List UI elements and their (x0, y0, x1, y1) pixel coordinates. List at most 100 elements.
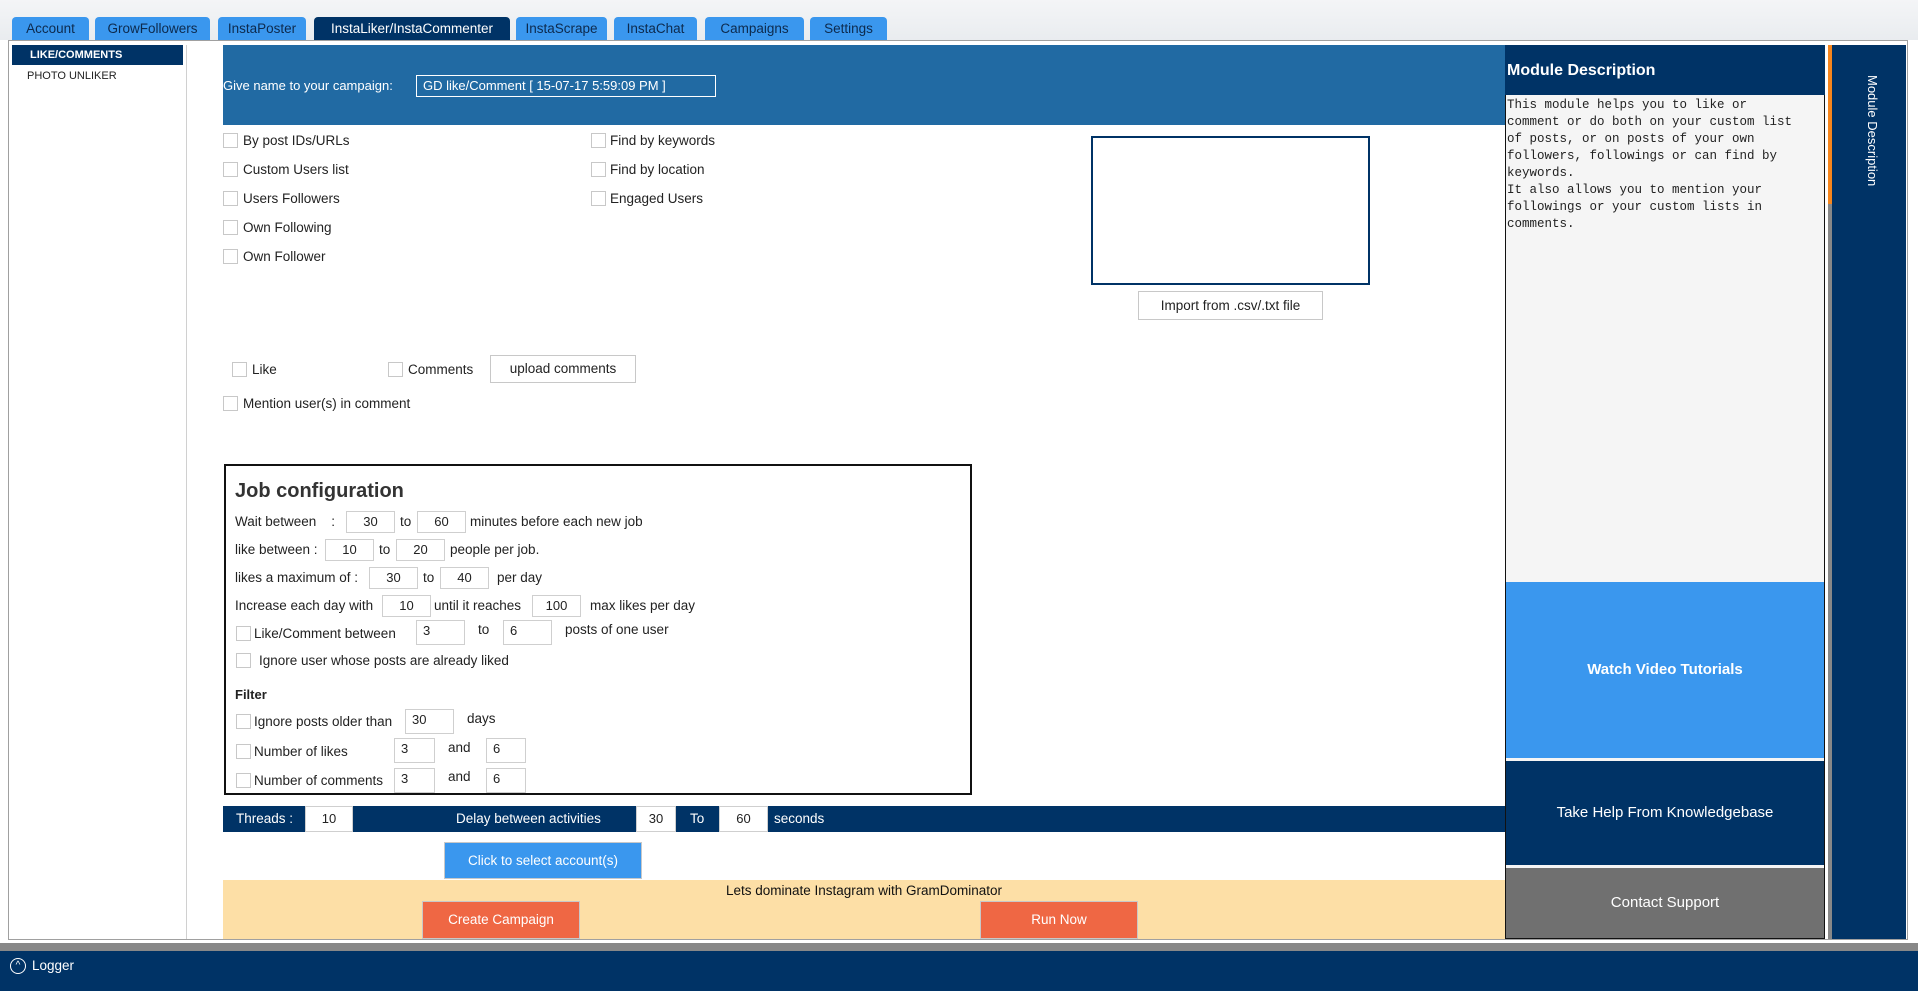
label: to (400, 514, 412, 529)
label: to (379, 542, 391, 557)
contact-support-button[interactable]: Contact Support (1506, 868, 1824, 938)
label: Like/Comment between (254, 626, 396, 641)
label: minutes before each new job (470, 514, 643, 529)
max-from-input[interactable]: 30 (369, 567, 418, 589)
splitter[interactable] (0, 943, 1918, 951)
threads-input[interactable]: 10 (305, 806, 353, 832)
until-input[interactable]: 100 (532, 595, 581, 617)
label: To (690, 811, 705, 826)
tab-instaliker[interactable]: InstaLiker/InstaCommenter (314, 17, 510, 40)
label: Custom Users list (243, 162, 349, 177)
label: Find by keywords (610, 133, 716, 148)
checkbox-ignore-liked[interactable] (236, 653, 251, 668)
posts-to-input[interactable]: 6 (503, 620, 552, 645)
label: and (448, 740, 471, 755)
sidebar-item-photo-unliker[interactable]: PHOTO UNLIKER (12, 66, 183, 86)
comments-to-input[interactable]: 6 (486, 768, 526, 793)
max-to-input[interactable]: 40 (440, 567, 489, 589)
checkbox-find-location[interactable] (591, 162, 606, 177)
label: per day (497, 570, 543, 585)
label: Own Follower (243, 249, 326, 264)
label: Delay between activities (456, 811, 601, 826)
run-now-button[interactable]: Run Now (980, 901, 1138, 939)
checkbox-by-post-ids[interactable] (223, 133, 238, 148)
label: to (423, 570, 435, 585)
label: Engaged Users (610, 191, 704, 206)
module-description-text: This module helps you to like or comment… (1507, 98, 1793, 231)
tab-growfollowers[interactable]: GrowFollowers (95, 17, 210, 40)
module-description-title: Module Description (1505, 45, 1825, 95)
increase-input[interactable]: 10 (382, 595, 431, 617)
tab-instaposter[interactable]: InstaPoster (218, 17, 306, 40)
older-days-input[interactable]: 30 (405, 709, 454, 734)
posts-from-input[interactable]: 3 (416, 620, 465, 645)
upload-comments-button[interactable]: upload comments (490, 355, 636, 383)
checkbox-engaged-users[interactable] (591, 191, 606, 206)
label: to (478, 622, 490, 637)
create-campaign-button[interactable]: Create Campaign (422, 901, 580, 939)
checkbox-users-followers[interactable] (223, 191, 238, 206)
wait-to-input[interactable]: 60 (417, 511, 466, 533)
label: Users Followers (243, 191, 340, 206)
like-to-input[interactable]: 20 (396, 539, 445, 561)
checkbox-own-follower[interactable] (223, 249, 238, 264)
sidebar-divider (186, 45, 187, 939)
checkbox-like-comment-between[interactable] (236, 626, 251, 641)
delay-from-input[interactable]: 30 (636, 806, 676, 832)
filter-heading: Filter (235, 687, 267, 702)
select-accounts-button[interactable]: Click to select account(s) (444, 842, 642, 879)
likes-to-input[interactable]: 6 (486, 738, 526, 763)
checkbox-find-keywords[interactable] (591, 133, 606, 148)
checkbox-ignore-older[interactable] (236, 714, 251, 729)
tab-account[interactable]: Account (12, 17, 89, 40)
checkbox-own-following[interactable] (223, 220, 238, 235)
label: Like (252, 362, 277, 377)
checkbox-comments[interactable] (388, 362, 403, 377)
tab-campaigns[interactable]: Campaigns (705, 17, 804, 40)
label: Mention user(s) in comment (243, 396, 411, 411)
slogan: Lets dominate Instagram with GramDominat… (725, 883, 1003, 898)
campaign-name-input[interactable]: GD like/Comment [ 15-07-17 5:59:09 PM ] (416, 75, 716, 97)
source-list-textarea[interactable] (1091, 136, 1370, 285)
tab-settings[interactable]: Settings (810, 17, 887, 40)
tab-instachat[interactable]: InstaChat (614, 17, 697, 40)
tab-instascrape[interactable]: InstaScrape (516, 17, 607, 40)
import-file-button[interactable]: Import from .csv/.txt file (1138, 291, 1323, 320)
chevron-up-icon[interactable]: ^ (10, 958, 26, 974)
checkbox-mention[interactable] (223, 396, 238, 411)
label: likes a maximum of : (235, 570, 359, 585)
comments-from-input[interactable]: 3 (394, 768, 435, 793)
label: Threads : (236, 811, 294, 826)
threads-bar (223, 806, 1505, 832)
checkbox-number-of-comments[interactable] (236, 773, 251, 788)
label: Increase each day with (235, 598, 374, 613)
delay-to-input[interactable]: 60 (719, 806, 768, 832)
label: until it reaches (434, 598, 522, 613)
watch-video-tutorials-button[interactable]: Watch Video Tutorials (1506, 582, 1824, 758)
logger-label[interactable]: Logger (32, 958, 74, 973)
label: posts of one user (565, 622, 669, 637)
label: Wait between : (235, 514, 336, 529)
checkbox-like[interactable] (232, 362, 247, 377)
sidebar-item-like-comments[interactable]: LIKE/COMMENTS (12, 45, 183, 65)
like-from-input[interactable]: 10 (325, 539, 374, 561)
label: Number of comments (254, 773, 384, 788)
label: days (467, 711, 496, 726)
label: seconds (774, 811, 825, 826)
label: Ignore posts older than (254, 714, 393, 729)
wait-from-input[interactable]: 30 (346, 511, 395, 533)
knowledgebase-button[interactable]: Take Help From Knowledgebase (1506, 761, 1824, 865)
label: By post IDs/URLs (243, 133, 350, 148)
label: like between : (235, 542, 318, 557)
label: Ignore user whose posts are already like… (259, 653, 509, 668)
label: max likes per day (590, 598, 696, 613)
label: Number of likes (254, 744, 348, 759)
checkbox-number-of-likes[interactable] (236, 744, 251, 759)
label: Find by location (610, 162, 705, 177)
module-description-side-tab[interactable]: Module Description (1832, 45, 1906, 939)
logger-bar (0, 951, 1918, 991)
likes-from-input[interactable]: 3 (394, 738, 435, 763)
checkbox-custom-users[interactable] (223, 162, 238, 177)
side-tab-label: Module Description (1865, 75, 1880, 187)
label: Comments (408, 362, 474, 377)
